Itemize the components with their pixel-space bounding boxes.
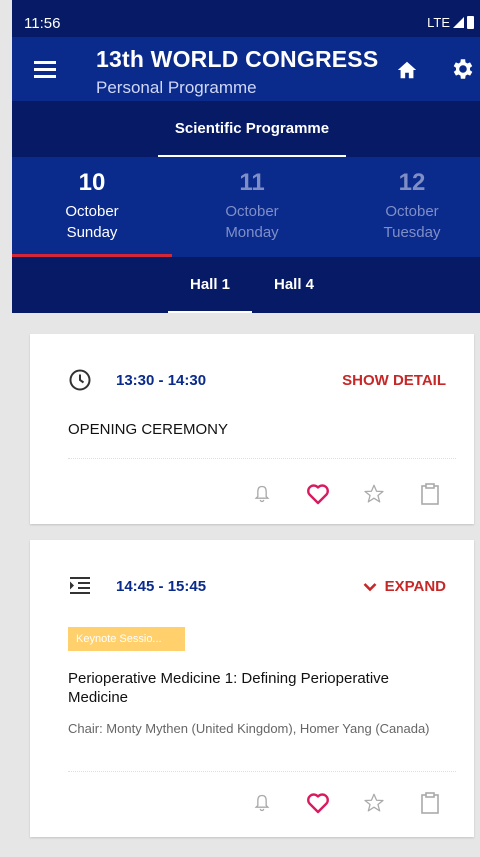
- reminder-button[interactable]: [234, 479, 290, 509]
- favorite-button[interactable]: [290, 788, 346, 818]
- session-card: 13:30 - 14:30 SHOW DETAIL OPENING CEREMO…: [30, 334, 474, 524]
- card-actions: [234, 479, 458, 509]
- tab-hall-4[interactable]: Hall 4: [252, 257, 336, 313]
- app-subtitle: Personal Programme: [96, 78, 257, 97]
- card-divider: [68, 771, 456, 772]
- home-icon[interactable]: [396, 59, 418, 81]
- date-number: 12: [398, 169, 426, 196]
- favorite-button[interactable]: [290, 479, 346, 509]
- date-tabbar: 10 October Sunday 11 October Monday 12 O…: [12, 157, 480, 257]
- date-month: October: [385, 203, 439, 220]
- session-card: 14:45 - 15:45 EXPAND Keynote Sessio... P…: [30, 540, 474, 837]
- clipboard-icon: [421, 483, 439, 505]
- star-icon: [364, 793, 384, 812]
- session-title: OPENING CEREMONY: [68, 421, 229, 438]
- heart-icon: [307, 484, 329, 505]
- chevron-down-icon: [363, 582, 377, 591]
- date-month: October: [65, 203, 119, 220]
- card-divider: [68, 458, 456, 459]
- rate-button[interactable]: [346, 479, 402, 509]
- date-weekday: Monday: [225, 224, 279, 241]
- menu-icon[interactable]: [34, 61, 56, 78]
- date-tab-10[interactable]: 10 October Sunday: [12, 157, 172, 257]
- status-indicators: LTE: [427, 15, 474, 30]
- date-number: 11: [239, 169, 265, 196]
- session-type-badge: Keynote Sessio...: [68, 627, 185, 651]
- clock-icon: [69, 369, 91, 391]
- notes-button[interactable]: [402, 788, 458, 818]
- rate-button[interactable]: [346, 788, 402, 818]
- date-weekday: Tuesday: [383, 224, 441, 241]
- status-time: 11:56: [24, 15, 61, 32]
- battery-icon: [467, 16, 474, 29]
- hall-tabbar: Hall 1 Hall 4: [12, 257, 480, 313]
- bell-icon: [254, 794, 270, 812]
- gear-icon[interactable]: [450, 56, 476, 82]
- card-actions: [234, 788, 458, 818]
- date-month: October: [225, 203, 279, 220]
- star-icon: [364, 484, 384, 503]
- signal-icon: [453, 17, 464, 28]
- expand-label: EXPAND: [384, 578, 446, 595]
- expand-button[interactable]: EXPAND: [363, 578, 446, 595]
- tab-hall-1[interactable]: Hall 1: [168, 257, 252, 313]
- reminder-button[interactable]: [234, 788, 290, 818]
- status-bar: 11:56 LTE: [12, 0, 480, 37]
- bell-icon: [254, 485, 270, 503]
- tab-scientific-programme[interactable]: Scientific Programme: [158, 101, 346, 157]
- date-tab-11[interactable]: 11 October Monday: [172, 157, 332, 257]
- date-number: 10: [78, 169, 106, 196]
- indent-list-icon: [70, 577, 90, 594]
- network-type: LTE: [427, 15, 450, 30]
- session-title: Perioperative Medicine 1: Defining Perio…: [68, 670, 390, 706]
- date-tab-12[interactable]: 12 October Tuesday: [332, 157, 480, 257]
- session-chair: Chair: Monty Mythen (United Kingdom), Ho…: [68, 721, 430, 736]
- clipboard-icon: [421, 792, 439, 814]
- app-title: 13th WORLD CONGRESS: [96, 46, 379, 72]
- app-bar: 13th WORLD CONGRESS Personal Programme: [12, 37, 480, 101]
- session-time: 13:30 - 14:30: [116, 372, 207, 389]
- heart-icon: [307, 793, 329, 814]
- date-weekday: Sunday: [66, 224, 118, 241]
- session-time: 14:45 - 15:45: [116, 578, 207, 595]
- programme-tabbar: Scientific Programme: [12, 101, 480, 157]
- show-detail-label: SHOW DETAIL: [342, 372, 446, 389]
- show-detail-button[interactable]: SHOW DETAIL: [342, 372, 446, 389]
- notes-button[interactable]: [402, 479, 458, 509]
